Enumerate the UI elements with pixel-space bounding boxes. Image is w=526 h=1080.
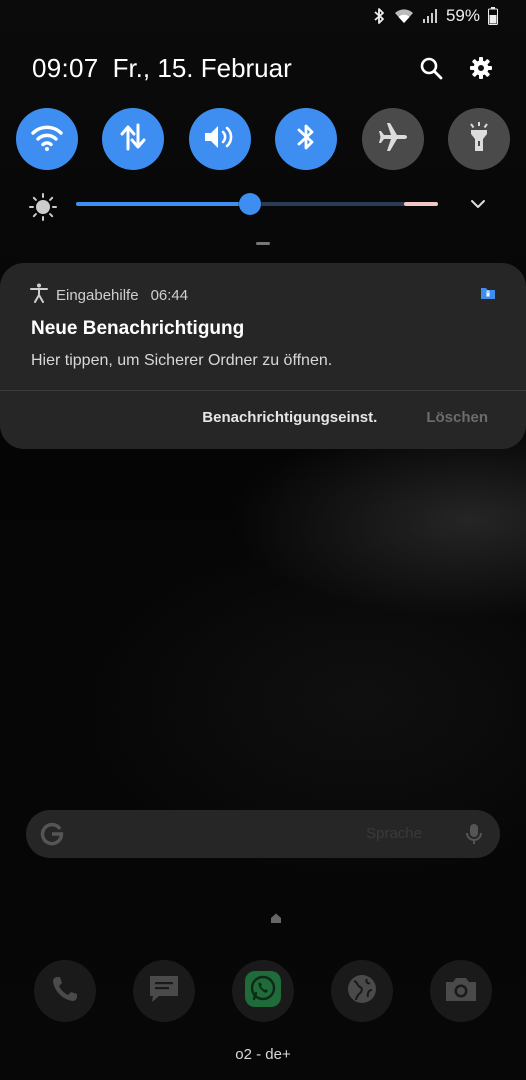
brightness-control	[28, 186, 498, 224]
notification-divider	[0, 390, 526, 391]
date[interactable]: Fr., 15. Februar	[113, 53, 292, 84]
phone-icon	[50, 974, 80, 1009]
phone-app[interactable]	[34, 960, 96, 1022]
brightness-fill	[76, 202, 250, 206]
sound-toggle[interactable]	[188, 108, 251, 170]
bluetooth-icon	[372, 7, 386, 25]
flashlight-toggle[interactable]	[447, 108, 510, 170]
notification-header: Eingabehilfe 06:44	[30, 283, 496, 307]
search-hint: Sprache	[366, 825, 422, 842]
home-page-indicator-icon	[270, 911, 282, 929]
speaker-icon	[203, 123, 237, 156]
secure-folder-icon	[480, 286, 496, 304]
wifi-icon	[30, 123, 64, 156]
notification-text: Hier tippen, um Sicherer Ordner zu öffne…	[31, 352, 333, 369]
carrier-label: o2 - de+	[235, 1046, 291, 1063]
messages-app[interactable]	[133, 960, 195, 1022]
flashlight-icon	[467, 121, 491, 158]
whatsapp-icon	[243, 969, 283, 1014]
wifi-toggle[interactable]	[16, 108, 78, 170]
settings-gear-icon[interactable]	[464, 51, 498, 85]
quick-settings	[16, 108, 510, 170]
search-icon[interactable]	[414, 51, 448, 85]
notification-title: Neue Benachrichtigung	[31, 318, 245, 339]
microphone-icon[interactable]	[466, 822, 482, 851]
accessibility-icon	[30, 283, 48, 307]
battery-icon	[488, 7, 498, 25]
data-arrows-icon	[118, 123, 148, 156]
sun-icon	[28, 192, 58, 227]
chevron-down-icon[interactable]	[468, 194, 488, 219]
google-g-icon	[40, 822, 64, 851]
notification-settings-button[interactable]: Benachrichtigungseinst.	[202, 409, 377, 426]
brightness-slider[interactable]	[76, 193, 438, 215]
status-bar: 59%	[0, 0, 526, 32]
notification-time: 06:44	[150, 286, 189, 304]
google-search-bar[interactable]: Sprache	[26, 810, 500, 858]
messages-icon	[147, 973, 181, 1010]
notification-app-name: Eingabehilfe	[56, 286, 139, 304]
bluetooth-toggle[interactable]	[275, 108, 338, 170]
panel-drag-handle[interactable]	[256, 242, 270, 245]
bluetooth-icon	[295, 122, 317, 157]
clock[interactable]: 09:07	[32, 53, 99, 84]
notification-card[interactable]: Eingabehilfe 06:44 Neue Benachrichtigung…	[0, 263, 526, 449]
internet-app[interactable]	[331, 960, 393, 1022]
clear-button[interactable]: Löschen	[426, 409, 488, 426]
battery-percent: 59%	[445, 6, 480, 25]
signal-icon	[422, 8, 438, 24]
camera-app[interactable]	[430, 960, 492, 1022]
brightness-thumb[interactable]	[238, 193, 261, 215]
notification-actions: Benachrichtigungseinst. Löschen	[202, 409, 488, 426]
whatsapp-app[interactable]	[232, 960, 294, 1022]
wifi-icon	[394, 8, 414, 24]
camera-icon	[443, 974, 479, 1009]
dock	[34, 960, 492, 1024]
airplane-icon	[377, 121, 409, 158]
panel-header: 09:07 Fr., 15. Februar	[32, 50, 498, 86]
mobile-data-toggle[interactable]	[102, 108, 165, 170]
brightness-end-marker	[404, 202, 438, 206]
airplane-mode-toggle[interactable]	[361, 108, 424, 170]
internet-globe-icon	[345, 972, 379, 1011]
